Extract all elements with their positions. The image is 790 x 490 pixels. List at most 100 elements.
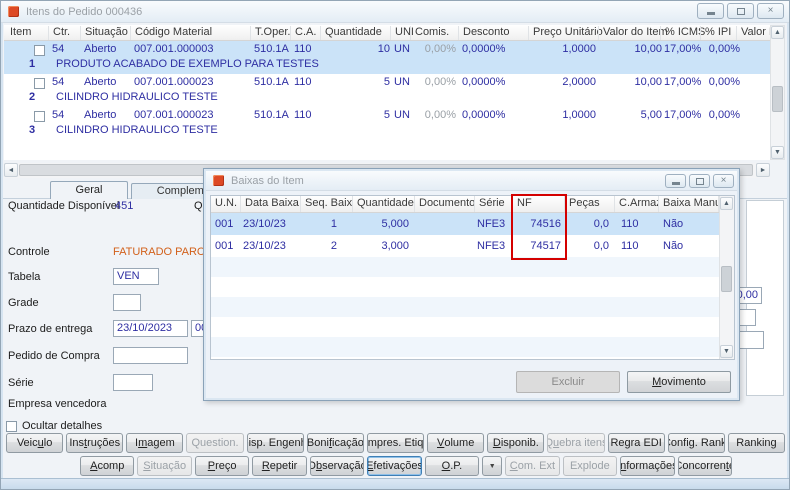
cell-documento [415, 235, 475, 257]
row-checkbox[interactable] [34, 78, 45, 89]
grid-row[interactable]: 54 Aberto 007.001.000023 510.1A 110 5 UN… [4, 107, 770, 140]
column-header-quantidade[interactable]: Quantidade [320, 26, 382, 40]
toolbar-button[interactable]: Config. Rank. [667, 433, 725, 453]
scroll-down-icon[interactable]: ▼ [771, 146, 784, 159]
scroll-up-icon[interactable]: ▲ [771, 26, 784, 39]
toolbar-button[interactable]: Informações [620, 456, 675, 476]
toolbar-button[interactable]: Disp. Engenh. [246, 433, 304, 453]
dialog-button[interactable]: Movimento [627, 371, 731, 393]
toolbar-button[interactable]: Ins t ruções [66, 433, 124, 453]
column-header-item[interactable]: Item [6, 26, 31, 40]
cell-pecas: 0,0 [593, 240, 609, 252]
scroll-thumb[interactable] [772, 86, 783, 112]
toolbar-button[interactable]: Repetir [252, 456, 307, 476]
item-number: 2 [28, 91, 36, 103]
column-header-baixa-manual[interactable]: Baixa Manual [659, 196, 719, 212]
column-header-serie[interactable]: Série [475, 196, 513, 212]
grid-row[interactable]: 54 Aberto 007.001.000023 510.1A 110 5 UN… [4, 74, 770, 107]
toolbar-button[interactable]: Preço [194, 456, 250, 476]
cell-comis: 0,00% [424, 76, 456, 88]
minimize-icon [671, 181, 680, 185]
column-header-quantidade[interactable]: Quantidade [353, 196, 415, 212]
row-checkbox[interactable] [34, 111, 45, 122]
cell-data-baixa: 23/10/23 [243, 240, 286, 252]
column-header-desconto[interactable]: Desconto [458, 26, 509, 40]
grade-input[interactable] [113, 294, 141, 311]
column-header-icms[interactable]: % ICMS [660, 26, 705, 40]
cell-codigo: 007.001.000003 [134, 43, 214, 55]
tabela-label: Tabela [8, 271, 41, 283]
column-header-toper[interactable]: T.Oper. [250, 26, 290, 40]
column-header-carmaz[interactable]: C.Armaz. [615, 196, 659, 212]
ocultar-detalhes-checkbox[interactable] [6, 420, 17, 432]
serie-input[interactable] [113, 374, 153, 391]
column-header-comis[interactable]: Comis. [410, 26, 449, 40]
dialog-close-button[interactable]: × [713, 174, 734, 188]
toolbar-button[interactable]: O .P. [424, 456, 480, 476]
cell-serie: NFE3 [477, 218, 506, 230]
row-checkbox[interactable] [34, 45, 45, 56]
scroll-thumb[interactable] [721, 266, 732, 292]
column-header-un[interactable]: U.N. [211, 196, 241, 212]
column-header-pecas[interactable]: Peças [565, 196, 615, 212]
toolbar-button[interactable]: Im agem [126, 433, 184, 453]
toolbar-button[interactable]: Veic u lo [6, 433, 64, 453]
pedido-compra-input[interactable] [113, 347, 188, 364]
toolbar-button[interactable]: Concorrente [677, 456, 732, 476]
toolbar-button[interactable]: Quebra itens [547, 433, 605, 453]
tab-geral[interactable]: Geral [50, 181, 128, 199]
baixas-table: U.N. Data Baixa Seq. Baixa Quantidade Do… [210, 194, 735, 360]
column-header-codigo[interactable]: Código Material [130, 26, 212, 40]
scroll-right-icon[interactable]: ► [756, 163, 770, 177]
cell-ca: 110 [294, 76, 312, 88]
grid-v-scrollbar[interactable]: ▲ ▼ [770, 25, 785, 160]
column-header-documento[interactable]: Documento [415, 196, 475, 212]
scroll-up-icon[interactable]: ▲ [720, 197, 733, 210]
baixa-row[interactable]: 001 23/10/23 2 3,000 NFE3 74517 0,0 110 … [211, 235, 734, 257]
toolbar-button[interactable]: Boni f icação [306, 433, 364, 453]
tabela-input[interactable]: VEN [113, 268, 159, 285]
column-header-ctr[interactable]: Ctr. [48, 26, 70, 40]
dialog-button[interactable]: Excluir [516, 371, 620, 393]
baixas-dialog: Baixas do Item × U.N. Data Baixa Seq. Ba… [203, 168, 740, 401]
cell-quantidade: 10 [377, 43, 390, 55]
grid-row[interactable]: 54 Aberto 007.001.000003 510.1A 110 10 U… [4, 41, 770, 74]
baixa-row[interactable]: 001 23/10/23 1 5,000 NFE3 74516 0,0 110 … [211, 213, 734, 235]
toolbar-button[interactable]: Situação [137, 456, 192, 476]
column-header-ipi[interactable]: % IPI [700, 26, 731, 40]
column-header-seq-baixa[interactable]: Seq. Baixa [301, 196, 353, 212]
toolbar-button[interactable]: Question. [186, 433, 244, 453]
scroll-down-icon[interactable]: ▼ [720, 345, 733, 358]
toolbar-button[interactable]: Explode [562, 456, 618, 476]
column-header-ca[interactable]: C.A. [290, 26, 316, 40]
column-header-situacao[interactable]: Situação [80, 26, 128, 40]
cell-quantidade: 5 [383, 76, 390, 88]
maximize-button[interactable] [727, 3, 754, 19]
toolbar-button[interactable]: Regra EDI [607, 433, 665, 453]
column-header-data-baixa[interactable]: Data Baixa [241, 196, 301, 212]
toolbar-button[interactable]: ▼ [482, 456, 503, 476]
quantidade-disponivel-label: Quantidade Disponível [8, 200, 120, 212]
column-header-preco[interactable]: Preço Unitário [528, 26, 603, 40]
close-icon: × [767, 5, 774, 16]
window-controls: × [697, 3, 784, 19]
dialog-minimize-button[interactable] [665, 174, 686, 188]
scroll-left-icon[interactable]: ◄ [4, 163, 18, 177]
cell-preco: 1,0000 [562, 43, 596, 55]
toolbar-button[interactable]: Ranking [727, 433, 786, 453]
dialog-title: Baixas do Item [231, 174, 304, 187]
column-header-valor[interactable]: Valor do Item [598, 26, 668, 40]
toolbar-button[interactable]: Com. Ext [505, 456, 560, 476]
minimize-button[interactable] [697, 3, 724, 19]
toolbar-button[interactable]: Disponib. [487, 433, 545, 453]
close-button[interactable]: × [757, 3, 784, 19]
prazo-entrega-input[interactable]: 23/10/2023 [113, 320, 188, 337]
toolbar-button[interactable]: Efetivações [367, 456, 422, 476]
toolbar-button[interactable]: Volume [427, 433, 485, 453]
maximize-icon [695, 177, 704, 185]
dialog-maximize-button[interactable] [689, 174, 710, 188]
toolbar-button[interactable]: Acomp [80, 456, 135, 476]
toolbar-button[interactable]: Impres. Etiq. [366, 433, 425, 453]
dialog-v-scrollbar[interactable]: ▲ ▼ [719, 196, 734, 359]
toolbar-button[interactable]: Observação [309, 456, 365, 476]
